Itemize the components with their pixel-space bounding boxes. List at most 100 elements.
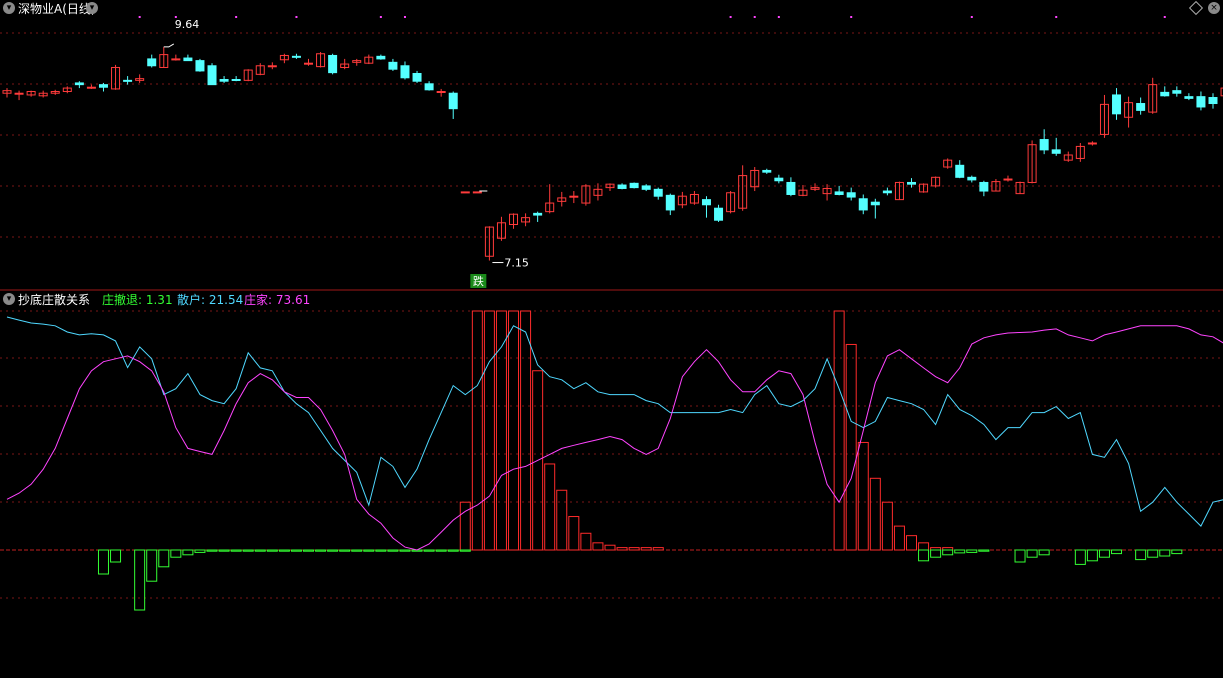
bottom-signal-bar (857, 441, 869, 551)
candle-body (1172, 90, 1182, 94)
withdraw-bar (278, 549, 290, 552)
candle-body (762, 169, 772, 173)
signal-marker (753, 16, 756, 18)
withdraw-bar (363, 549, 375, 552)
bottom-signal-bar (544, 463, 556, 551)
candle-body (653, 188, 663, 197)
bottom-signal-bar (616, 547, 628, 551)
candle-body (86, 86, 96, 89)
signal-marker (235, 16, 238, 18)
main-menu-button[interactable]: ▾ (86, 2, 98, 14)
signal-marker (379, 16, 382, 18)
candle-body (171, 58, 181, 61)
withdraw-bar (918, 549, 930, 562)
withdraw-bar (315, 549, 327, 552)
candle-body (147, 58, 157, 67)
main-title: 深物业A(日线) (18, 2, 96, 16)
candle-body (291, 55, 301, 58)
withdraw-bar (1038, 549, 1050, 556)
withdraw-bar (978, 549, 990, 552)
withdraw-bar (447, 549, 459, 552)
candle-body (1051, 149, 1061, 154)
withdraw-bar (459, 549, 471, 552)
candle-body (617, 184, 627, 189)
candle-body (219, 78, 229, 82)
candle-body (1003, 178, 1013, 181)
candle-body (183, 57, 193, 62)
candle-body (786, 181, 796, 195)
withdraw-bar (1111, 549, 1123, 555)
bottom-signal-bar (580, 532, 592, 551)
signal-marker (403, 16, 406, 18)
bottom-signal-bar (483, 310, 495, 551)
candle-body (1087, 142, 1097, 145)
signal-marker (138, 16, 141, 18)
bottom-signal-bar (881, 501, 893, 551)
candle-body (448, 92, 458, 110)
candle-body (424, 83, 434, 91)
candle-body (1160, 91, 1170, 97)
candle-body (907, 181, 916, 185)
candle-body (967, 176, 977, 181)
low-label: 7.15 (504, 257, 529, 270)
withdraw-bar (110, 549, 122, 563)
withdraw-bar (170, 549, 182, 558)
high-label: 9.64 (175, 18, 200, 31)
candle-body (412, 72, 422, 82)
chart-canvas: 9.64 7.15 跌 (0, 16, 1223, 611)
retail-line (6, 316, 1223, 527)
candle-body (870, 201, 880, 206)
legend-withdraw: 庄撤退: 1.31 (102, 293, 173, 307)
candle-body (328, 54, 338, 74)
candle-body (641, 185, 651, 190)
candle-body (388, 61, 398, 70)
candle-body (98, 84, 108, 88)
candle-body (714, 207, 724, 221)
candle-body (376, 55, 386, 60)
withdraw-bar (423, 549, 435, 552)
withdraw-bar (266, 549, 278, 552)
candle-body (436, 91, 446, 94)
signal-label: 跌 (473, 274, 484, 288)
withdraw-bar (146, 549, 158, 582)
withdraw-bar (942, 549, 954, 556)
withdraw-bar (97, 549, 109, 575)
withdraw-bar (254, 549, 266, 552)
candle-body (701, 199, 711, 206)
bottom-signal-bar (556, 489, 568, 551)
candle-body (846, 192, 856, 198)
candle-body (1184, 96, 1194, 99)
candle-body (400, 65, 410, 79)
withdraw-bar (218, 549, 230, 552)
bottom-signal-bar (508, 310, 520, 551)
legend-dealer: 庄家: 73.61 (244, 293, 311, 307)
dealer-line (6, 325, 1223, 551)
candle-body (1136, 103, 1146, 111)
withdraw-bar (290, 549, 302, 552)
bottom-signal-bar (893, 525, 905, 551)
candle-body (1112, 94, 1122, 115)
indicator-title: 抄底庄散关系 (18, 293, 91, 307)
bottom-signal-bar (640, 547, 652, 551)
collapse-indicator-button[interactable]: ▾ (3, 293, 15, 305)
candle-body (1039, 139, 1049, 151)
close-panel-button[interactable]: × (1208, 2, 1220, 14)
candle-body (858, 198, 868, 211)
withdraw-bar (182, 549, 194, 556)
withdraw-bar (351, 549, 363, 552)
legend-retail: 散户: 21.54 (177, 293, 244, 307)
withdraw-bar (1074, 549, 1086, 565)
signal-marker (850, 16, 853, 18)
withdraw-bar (327, 549, 339, 552)
collapse-main-button[interactable]: ▾ (3, 2, 15, 14)
candle-body (74, 82, 84, 86)
signal-marker (1055, 16, 1058, 18)
candle-body (955, 164, 965, 178)
withdraw-bar (303, 549, 314, 552)
high-pointer (163, 43, 175, 48)
candle-body (14, 92, 24, 95)
withdraw-bar (1159, 549, 1171, 557)
signal-marker (1163, 16, 1166, 18)
candle-body (123, 79, 133, 82)
bottom-signal-bar (604, 544, 616, 551)
